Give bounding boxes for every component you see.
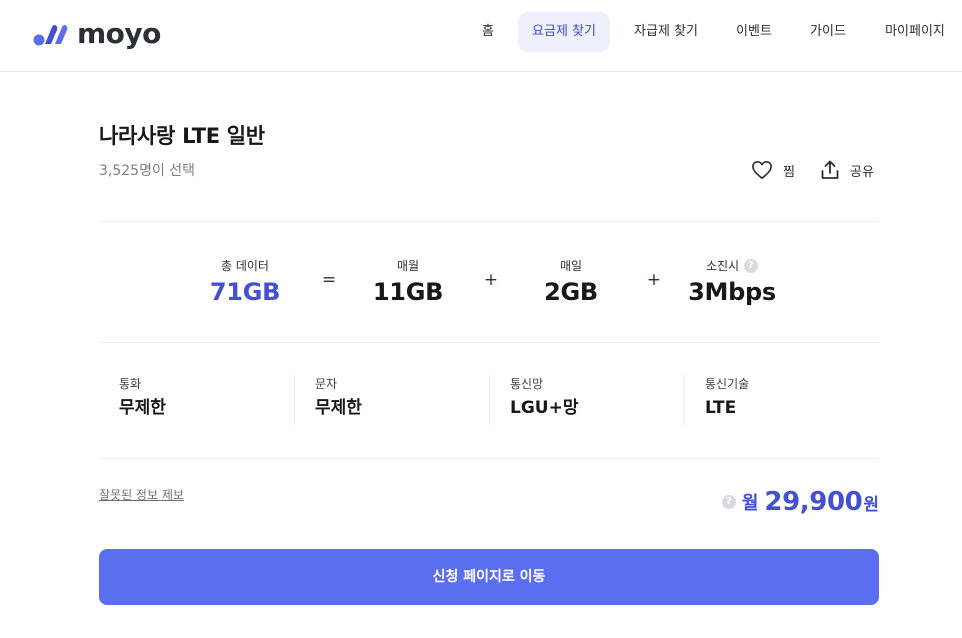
data-monthly-label: 매월 (396, 259, 420, 273)
data-after-label: 소진시 ? (676, 257, 788, 275)
share-icon (821, 160, 839, 179)
spec-value: 무제한 (315, 398, 362, 418)
spec-value: 무제한 (119, 398, 166, 418)
spec-label: 통신망 (510, 377, 544, 391)
spec-label: 통화 (119, 377, 142, 391)
heart-icon (752, 161, 772, 179)
spec-value: LGU+망 (510, 398, 579, 418)
nav-find-plans[interactable]: 요금제 찾기 (518, 12, 610, 52)
selected-count: 3,525명이 선택 (99, 163, 196, 179)
plan-title: 나라사랑 LTE 일반 (99, 124, 265, 148)
nav-events[interactable]: 이벤트 (724, 12, 784, 52)
divider (99, 458, 879, 459)
report-wrong-info-link[interactable]: 잘못된 정보 제보 (99, 486, 184, 503)
spec-network: 통신망 LGU+망 (489, 375, 684, 425)
nav-home[interactable]: 홈 (470, 12, 506, 52)
nav-find-unlocked[interactable]: 자급제 찾기 (622, 12, 710, 52)
spec-call: 통화 무제한 (99, 375, 294, 425)
plus-sign: + (646, 270, 662, 290)
data-total: 총 데이터 71GB (195, 257, 295, 309)
main-nav: 홈 요금제 찾기 자급제 찾기 이벤트 가이드 마이페이지 (0, 12, 962, 52)
data-after-value: 3Mbps (688, 278, 776, 306)
like-button[interactable]: 찜 (751, 158, 795, 182)
price-amount: 29,900 (764, 487, 863, 517)
data-after-label-text: 소진시 (705, 259, 740, 273)
plus-sign: + (483, 270, 499, 290)
data-after: 소진시 ? 3Mbps (676, 257, 788, 309)
share-button[interactable]: 공유 (820, 158, 874, 182)
share-label: 공유 (850, 164, 874, 180)
data-daily-value: 2GB (544, 278, 598, 306)
spec-label: 문자 (315, 377, 338, 391)
spec-sms: 문자 무제한 (294, 375, 489, 425)
apply-page-button[interactable]: 신청 페이지로 이동 (99, 549, 879, 605)
spec-label: 통신기술 (705, 377, 750, 391)
nav-mypage[interactable]: 마이페이지 (872, 12, 958, 52)
monthly-price: ? 월 29,900 원 (721, 487, 879, 517)
data-monthly-value: 11GB (372, 278, 444, 306)
data-total-label: 총 데이터 (221, 259, 269, 273)
question-circle-icon[interactable]: ? (744, 259, 759, 273)
data-total-value: 71GB (209, 278, 281, 306)
data-monthly: 매월 11GB (358, 257, 458, 309)
spec-value: LTE (705, 398, 737, 418)
site-header: moyo 홈 요금제 찾기 자급제 찾기 이벤트 가이드 마이페이지 (0, 0, 962, 72)
data-daily-label: 매일 (559, 259, 583, 273)
divider (99, 342, 879, 343)
question-circle-icon[interactable]: ? (721, 495, 736, 509)
like-label: 찜 (783, 164, 795, 180)
data-daily: 매일 2GB (521, 257, 621, 309)
nav-guide[interactable]: 가이드 (798, 12, 858, 52)
price-suffix: 원 (863, 494, 879, 515)
spec-technology: 통신기술 LTE (684, 375, 879, 425)
price-prefix: 월 (741, 493, 759, 514)
divider (99, 221, 879, 222)
equals-sign: = (321, 270, 337, 290)
